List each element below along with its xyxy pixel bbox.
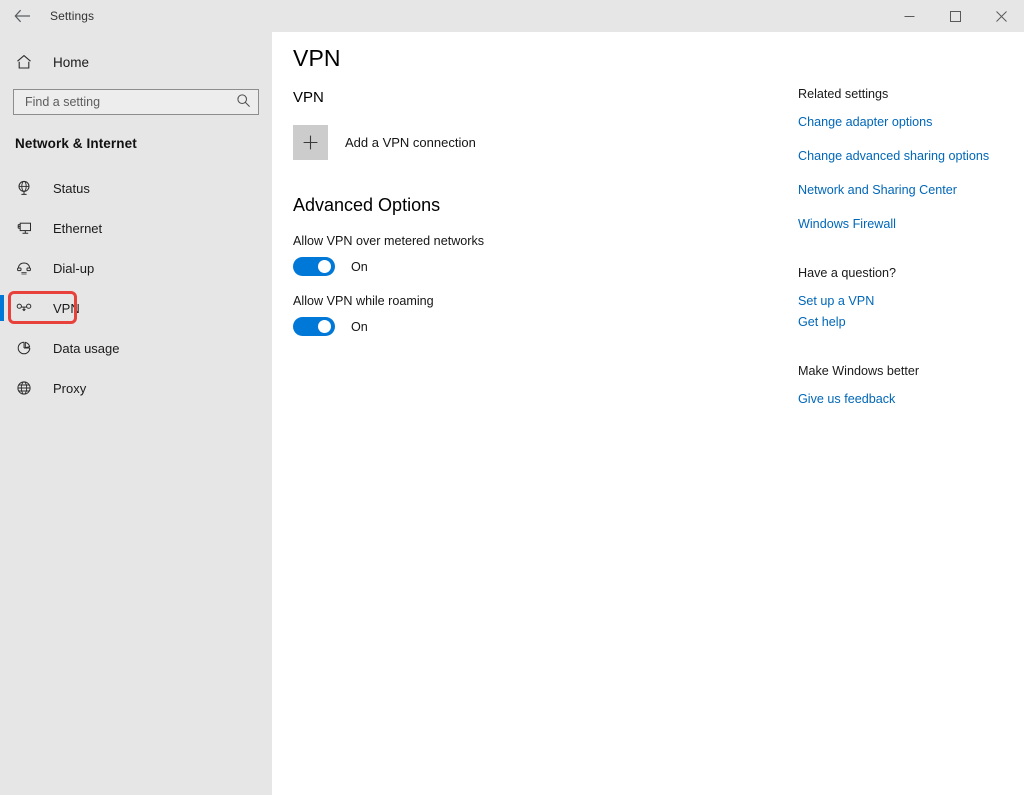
advanced-options-heading: Advanced Options — [293, 195, 763, 216]
sidebar-item-data-usage[interactable]: Data usage — [0, 328, 272, 368]
link-change-advanced-sharing-options[interactable]: Change advanced sharing options — [798, 149, 1018, 163]
minimize-button[interactable] — [886, 0, 932, 32]
title-bar: Settings — [0, 0, 1024, 32]
make-windows-better-heading: Make Windows better — [798, 364, 1018, 378]
link-network-and-sharing-center[interactable]: Network and Sharing Center — [798, 183, 1018, 197]
setting-label: Allow VPN while roaming — [293, 294, 763, 308]
window-controls — [886, 0, 1024, 32]
link-set-up-a-vpn[interactable]: Set up a VPN — [798, 294, 1018, 308]
sidebar-category-title: Network & Internet — [15, 136, 272, 151]
link-give-us-feedback[interactable]: Give us feedback — [798, 392, 1018, 406]
add-vpn-connection-button[interactable]: Add a VPN connection — [293, 125, 763, 160]
sidebar-item-ethernet[interactable]: Ethernet — [0, 208, 272, 248]
setting-label: Allow VPN over metered networks — [293, 234, 763, 248]
toggle-allow-vpn-roaming[interactable] — [293, 317, 335, 336]
sidebar-item-vpn[interactable]: VPN — [0, 288, 272, 328]
globe-icon — [13, 380, 35, 396]
back-button[interactable] — [0, 0, 44, 32]
search-box[interactable] — [13, 89, 259, 115]
sidebar-item-label: VPN — [53, 301, 80, 316]
toggle-state-label: On — [351, 260, 368, 274]
toggle-allow-vpn-metered[interactable] — [293, 257, 335, 276]
related-settings-heading: Related settings — [798, 87, 1018, 101]
sidebar-item-label: Data usage — [53, 341, 120, 356]
pie-chart-icon — [13, 340, 35, 356]
globe-status-icon — [13, 180, 35, 196]
vpn-key-icon — [13, 300, 35, 316]
toggle-knob — [318, 260, 331, 273]
sidebar-item-home[interactable]: Home — [0, 45, 272, 79]
setting-allow-vpn-roaming: Allow VPN while roaming On — [293, 294, 763, 336]
make-windows-better-group: Make Windows better Give us feedback — [798, 364, 1018, 406]
phone-icon — [13, 260, 35, 276]
add-vpn-label: Add a VPN connection — [345, 135, 476, 150]
page-title: VPN — [293, 45, 341, 72]
link-get-help[interactable]: Get help — [798, 315, 1018, 329]
title-bar-left: Settings — [0, 0, 272, 32]
sidebar-nav: Status Ethernet — [0, 168, 272, 408]
maximize-button[interactable] — [932, 0, 978, 32]
monitor-icon — [13, 220, 35, 236]
plus-icon[interactable] — [293, 125, 328, 160]
have-a-question-heading: Have a question? — [798, 266, 1018, 280]
sidebar-item-label: Dial-up — [53, 261, 94, 276]
app-title: Settings — [50, 9, 94, 23]
sidebar: Home Network & Internet Status — [0, 32, 272, 795]
home-icon — [13, 54, 35, 70]
close-button[interactable] — [978, 0, 1024, 32]
toggle-row: On — [293, 257, 763, 276]
home-label: Home — [53, 55, 89, 70]
toggle-knob — [318, 320, 331, 333]
search-icon[interactable] — [236, 93, 251, 113]
main-content: VPN VPN Add a VPN connection Advanced Op… — [272, 32, 1024, 795]
vpn-section-heading: VPN — [293, 89, 763, 106]
toggle-state-label: On — [351, 320, 368, 334]
right-panel: Related settings Change adapter options … — [798, 87, 1018, 413]
have-a-question-group: Have a question? Set up a VPN Get help — [798, 266, 1018, 329]
search-input[interactable] — [23, 89, 232, 115]
link-windows-firewall[interactable]: Windows Firewall — [798, 217, 1018, 231]
main-column: VPN Add a VPN connection Advanced Option… — [293, 89, 763, 336]
related-settings-group: Related settings Change adapter options … — [798, 87, 1018, 231]
sidebar-item-proxy[interactable]: Proxy — [0, 368, 272, 408]
sidebar-item-label: Proxy — [53, 381, 86, 396]
sidebar-item-dialup[interactable]: Dial-up — [0, 248, 272, 288]
sidebar-item-status[interactable]: Status — [0, 168, 272, 208]
link-change-adapter-options[interactable]: Change adapter options — [798, 115, 1018, 129]
setting-allow-vpn-metered: Allow VPN over metered networks On — [293, 234, 763, 276]
toggle-row: On — [293, 317, 763, 336]
sidebar-item-label: Ethernet — [53, 221, 102, 236]
sidebar-item-label: Status — [53, 181, 90, 196]
